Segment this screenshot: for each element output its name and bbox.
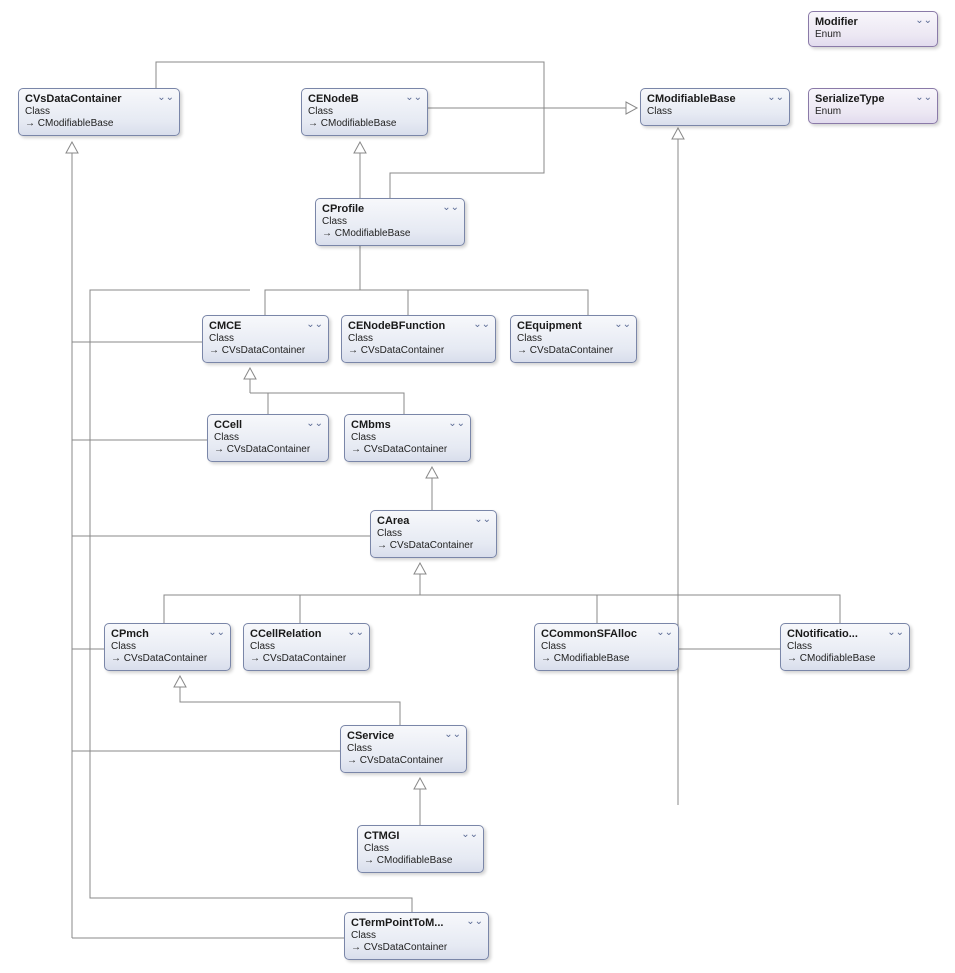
class-inherit: → CVsDataContainer xyxy=(348,345,489,356)
class-kind: Class xyxy=(787,641,903,652)
class-inherit: → CVsDataContainer xyxy=(351,942,482,953)
class-box-cprofile[interactable]: ⌄⌄ CProfile Class → CModifiableBase xyxy=(315,198,465,246)
class-kind: Class xyxy=(209,333,322,344)
enum-title: SerializeType xyxy=(815,93,931,105)
class-title: CENodeB xyxy=(308,93,421,105)
class-kind: Class xyxy=(308,106,421,117)
chevron-down-icon[interactable]: ⌄⌄ xyxy=(448,419,465,429)
class-kind: Class xyxy=(347,743,460,754)
class-box-cmce[interactable]: ⌄⌄ CMCE Class → CVsDataContainer xyxy=(202,315,329,363)
class-inherit: → CModifiableBase xyxy=(322,228,458,239)
chevron-down-icon[interactable]: ⌄⌄ xyxy=(614,320,631,330)
class-title: CENodeBFunction xyxy=(348,320,489,332)
class-inherit: → CVsDataContainer xyxy=(377,540,490,551)
class-kind: Class xyxy=(647,106,783,117)
class-kind: Class xyxy=(214,432,322,443)
chevron-down-icon[interactable]: ⌄⌄ xyxy=(474,515,491,525)
chevron-down-icon[interactable]: ⌄⌄ xyxy=(157,93,174,103)
class-kind: Class xyxy=(351,930,482,941)
chevron-down-icon[interactable]: ⌄⌄ xyxy=(442,203,459,213)
chevron-down-icon[interactable]: ⌄⌄ xyxy=(915,16,932,26)
class-title: CCellRelation xyxy=(250,628,363,640)
enum-box-serializetype[interactable]: ⌄⌄ SerializeType Enum xyxy=(808,88,938,124)
class-inherit: → CModifiableBase xyxy=(541,653,672,664)
class-box-ccommonsfalloc[interactable]: ⌄⌄ CCommonSFAlloc Class → CModifiableBas… xyxy=(534,623,679,671)
class-box-ctermpointtom[interactable]: ⌄⌄ CTermPointToM... Class → CVsDataConta… xyxy=(344,912,489,960)
chevron-down-icon[interactable]: ⌄⌄ xyxy=(466,917,483,927)
class-box-cequipment[interactable]: ⌄⌄ CEquipment Class → CVsDataContainer xyxy=(510,315,637,363)
chevron-down-icon[interactable]: ⌄⌄ xyxy=(767,93,784,103)
class-box-ctmgi[interactable]: ⌄⌄ CTMGI Class → CModifiableBase xyxy=(357,825,484,873)
class-box-cmbms[interactable]: ⌄⌄ CMbms Class → CVsDataContainer xyxy=(344,414,471,462)
class-inherit: → CVsDataContainer xyxy=(209,345,322,356)
chevron-down-icon[interactable]: ⌄⌄ xyxy=(208,628,225,638)
chevron-down-icon[interactable]: ⌄⌄ xyxy=(347,628,364,638)
chevron-down-icon[interactable]: ⌄⌄ xyxy=(405,93,422,103)
class-inherit: → CModifiableBase xyxy=(308,118,421,129)
class-kind: Class xyxy=(322,216,458,227)
class-box-ccellrelation[interactable]: ⌄⌄ CCellRelation Class → CVsDataContaine… xyxy=(243,623,370,671)
enum-kind: Enum xyxy=(815,106,931,117)
class-title: CNotificatio... xyxy=(787,628,903,640)
class-box-ccell[interactable]: ⌄⌄ CCell Class → CVsDataContainer xyxy=(207,414,329,462)
class-title: CEquipment xyxy=(517,320,630,332)
class-box-cenodebfunction[interactable]: ⌄⌄ CENodeBFunction Class → CVsDataContai… xyxy=(341,315,496,363)
class-kind: Class xyxy=(377,528,490,539)
class-inherit: → CModifiableBase xyxy=(364,855,477,866)
enum-box-modifier[interactable]: ⌄⌄ Modifier Enum xyxy=(808,11,938,47)
class-box-carea[interactable]: ⌄⌄ CArea Class → CVsDataContainer xyxy=(370,510,497,558)
chevron-down-icon[interactable]: ⌄⌄ xyxy=(473,320,490,330)
class-inherit: → CVsDataContainer xyxy=(214,444,322,455)
chevron-down-icon[interactable]: ⌄⌄ xyxy=(444,730,461,740)
class-kind: Class xyxy=(348,333,489,344)
class-title: CTermPointToM... xyxy=(351,917,482,929)
chevron-down-icon[interactable]: ⌄⌄ xyxy=(306,320,323,330)
class-kind: Class xyxy=(364,843,477,854)
class-title: CProfile xyxy=(322,203,458,215)
class-inherit: → CVsDataContainer xyxy=(517,345,630,356)
class-inherit: → CVsDataContainer xyxy=(347,755,460,766)
class-kind: Class xyxy=(111,641,224,652)
class-title: CPmch xyxy=(111,628,224,640)
class-box-cnotification[interactable]: ⌄⌄ CNotificatio... Class → CModifiableBa… xyxy=(780,623,910,671)
class-box-cenodeb[interactable]: ⌄⌄ CENodeB Class → CModifiableBase xyxy=(301,88,428,136)
enum-title: Modifier xyxy=(815,16,931,28)
chevron-down-icon[interactable]: ⌄⌄ xyxy=(887,628,904,638)
class-box-cservice[interactable]: ⌄⌄ CService Class → CVsDataContainer xyxy=(340,725,467,773)
class-title: CCommonSFAlloc xyxy=(541,628,672,640)
class-box-cvsdatacontainer[interactable]: ⌄⌄ CVsDataContainer Class → CModifiableB… xyxy=(18,88,180,136)
class-kind: Class xyxy=(25,106,173,117)
class-title: CVsDataContainer xyxy=(25,93,173,105)
class-inherit: → CVsDataContainer xyxy=(351,444,464,455)
class-kind: Class xyxy=(351,432,464,443)
class-inherit: → CModifiableBase xyxy=(787,653,903,664)
class-title: CArea xyxy=(377,515,490,527)
class-title: CModifiableBase xyxy=(647,93,783,105)
class-title: CMCE xyxy=(209,320,322,332)
chevron-down-icon[interactable]: ⌄⌄ xyxy=(461,830,478,840)
enum-kind: Enum xyxy=(815,29,931,40)
class-title: CMbms xyxy=(351,419,464,431)
class-box-cpmch[interactable]: ⌄⌄ CPmch Class → CVsDataContainer xyxy=(104,623,231,671)
class-box-cmodifiablebase[interactable]: ⌄⌄ CModifiableBase Class xyxy=(640,88,790,126)
class-kind: Class xyxy=(541,641,672,652)
chevron-down-icon[interactable]: ⌄⌄ xyxy=(306,419,323,429)
class-inherit: → CModifiableBase xyxy=(25,118,173,129)
class-inherit: → CVsDataContainer xyxy=(250,653,363,664)
chevron-down-icon[interactable]: ⌄⌄ xyxy=(656,628,673,638)
class-title: CTMGI xyxy=(364,830,477,842)
class-inherit: → CVsDataContainer xyxy=(111,653,224,664)
chevron-down-icon[interactable]: ⌄⌄ xyxy=(915,93,932,103)
class-kind: Class xyxy=(517,333,630,344)
class-title: CService xyxy=(347,730,460,742)
class-kind: Class xyxy=(250,641,363,652)
